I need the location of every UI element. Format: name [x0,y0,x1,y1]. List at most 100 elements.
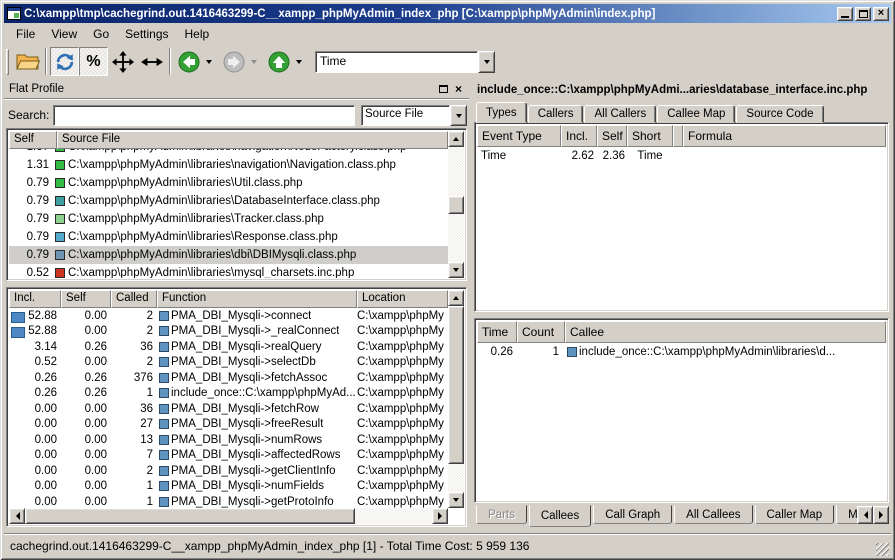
resize-grip-icon[interactable] [876,543,889,556]
source-file-row[interactable]: 0.52 C:\xampp\phpMyAdmin\libraries\mysql… [9,264,448,278]
source-file-row[interactable]: 1.31 C:\xampp\phpMyAdmin\libraries\navig… [9,156,448,174]
event-type-selector[interactable]: Time [315,51,495,73]
scroll-down-button[interactable] [448,492,464,508]
column-header-self[interactable]: Self [61,290,111,308]
source-file-row[interactable]: 0.79 C:\xampp\phpMyAdmin\libraries\Respo… [9,228,448,246]
source-file-row[interactable]: 0.79 C:\xampp\phpMyAdmin\libraries\Util.… [9,174,448,192]
combo-dropdown-button[interactable] [478,51,495,73]
column-header-location[interactable]: Location [357,290,448,308]
up-arrow-icon [268,51,290,73]
scroll-thumb[interactable] [448,306,464,464]
function-table-vscrollbar[interactable] [448,290,464,508]
detail-tab[interactable]: Parts [476,505,527,524]
relative-to-parent-button[interactable] [137,47,166,76]
search-input[interactable] [53,105,355,126]
column-header-incl[interactable]: Incl. [561,125,597,147]
function-row[interactable]: 3.14 0.26 36 PMA_DBI_Mysqli->realQuery C… [9,339,448,355]
detail-tab[interactable]: All Callees [674,505,752,524]
percentage-button[interactable]: % [79,47,108,76]
source-file-row[interactable]: 0.79 C:\xampp\phpMyAdmin\libraries\dbi\D… [9,246,448,264]
detail-tab[interactable]: Callee Map [657,105,735,123]
back-button[interactable] [174,47,203,76]
function-row[interactable]: 0.00 0.00 7 PMA_DBI_Mysqli->affectedRows… [9,448,448,464]
dock-title-bar[interactable]: Flat Profile × [4,80,469,97]
up-dropdown-button[interactable] [293,47,305,76]
scroll-up-button[interactable] [448,290,464,306]
close-button[interactable]: × [873,7,889,21]
column-header-self[interactable]: Self [9,131,57,149]
column-header-time[interactable]: Time [477,321,517,343]
minimize-button[interactable] [837,7,853,21]
event-type-row[interactable]: Time 2.62 2.36 Time [477,147,886,164]
source-file-row[interactable]: 1.37 C:\xampp\phpMyAdmin\libraries\navig… [9,149,448,156]
function-row[interactable]: 0.00 0.00 36 PMA_DBI_Mysqli->fetchRow C:… [9,401,448,417]
column-header-event-type[interactable]: Event Type [477,125,561,147]
scroll-track[interactable] [448,147,464,196]
cycle-relative-button[interactable] [50,47,79,76]
scroll-down-button[interactable] [448,262,464,278]
callee-row[interactable]: 0.26 1 include_once::C:\xampp\phpMyAdmin… [477,343,886,360]
menu-item[interactable]: View [43,25,85,43]
column-header-source-file[interactable]: Source File [57,131,448,149]
function-row[interactable]: 0.00 0.00 1 PMA_DBI_Mysqli->getProtoInfo… [9,494,448,508]
function-row[interactable]: 0.26 0.26 376 PMA_DBI_Mysqli->fetchAssoc… [9,370,448,386]
function-row[interactable]: 0.00 0.00 2 PMA_DBI_Mysqli->getClientInf… [9,463,448,479]
source-table-vscrollbar[interactable] [448,131,464,278]
function-row[interactable]: 52.88 0.00 2 PMA_DBI_Mysqli->_realConnec… [9,324,448,340]
title-bar[interactable]: C:\xampp\tmp\cachegrind.out.1416463299-C… [4,4,891,23]
detail-tab[interactable]: Source Code [736,105,823,123]
scroll-right-button[interactable] [432,508,448,524]
function-row[interactable]: 52.88 0.00 2 PMA_DBI_Mysqli->connect C:\… [9,308,448,324]
tab-scroll-right-button[interactable] [873,506,889,524]
detail-tab[interactable]: All Callers [584,105,656,123]
source-file-row[interactable]: 0.79 C:\xampp\phpMyAdmin\libraries\Track… [9,210,448,228]
function-icon [159,466,169,476]
back-dropdown-button[interactable] [203,47,215,76]
column-header-function[interactable]: Function [157,290,357,308]
maximize-button[interactable] [855,7,871,21]
menu-item[interactable]: Settings [117,25,176,43]
menu-item[interactable]: File [8,25,43,43]
scroll-up-button[interactable] [448,131,464,147]
scroll-thumb[interactable] [25,508,355,524]
detail-tab[interactable]: Callees [529,505,591,527]
tab-scroll-left-button[interactable] [857,506,873,524]
toolbar-handle[interactable] [6,49,9,75]
function-row[interactable]: 0.52 0.00 2 PMA_DBI_Mysqli->selectDb C:\… [9,355,448,371]
detail-tab[interactable]: Callers [528,105,584,123]
column-header-incl[interactable]: Incl. [9,290,61,308]
incl-value: 52.88 [28,310,57,322]
dock-close-button[interactable]: × [451,82,466,96]
function-row[interactable]: 0.00 0.00 13 PMA_DBI_Mysqli->numRows C:\… [9,432,448,448]
scroll-track[interactable] [448,464,464,492]
expand-areas-button[interactable] [108,47,137,76]
function-row[interactable]: 0.00 0.00 27 PMA_DBI_Mysqli->freeResult … [9,417,448,433]
column-header-short[interactable]: Short [627,125,673,147]
column-header-callee[interactable]: Callee [565,321,886,343]
combo-dropdown-button[interactable] [450,105,467,126]
source-file-row[interactable]: 0.79 C:\xampp\phpMyAdmin\libraries\Datab… [9,192,448,210]
scroll-track[interactable] [355,508,432,524]
up-button[interactable] [264,47,293,76]
group-by-selector[interactable]: Source File [361,105,467,126]
menu-item[interactable]: Help [177,25,218,43]
forward-button[interactable] [219,47,248,76]
menu-item[interactable]: Go [85,25,117,43]
function-row[interactable]: 0.00 0.00 1 PMA_DBI_Mysqli->numFields C:… [9,479,448,495]
function-table-hscrollbar[interactable] [9,508,448,524]
scroll-track[interactable] [448,214,464,263]
function-row[interactable]: 0.26 0.26 1 include_once::C:\xampp\phpMy… [9,386,448,402]
open-file-button[interactable] [13,47,42,76]
column-header-count[interactable]: Count [517,321,565,343]
forward-dropdown-button[interactable] [248,47,260,76]
detail-tab[interactable]: Types [476,102,527,123]
detail-tab[interactable]: Caller Map [755,505,835,524]
column-header-formula[interactable]: Formula [683,125,886,147]
detail-tab[interactable]: Call Graph [593,505,672,524]
scroll-left-button[interactable] [9,508,25,524]
scroll-thumb[interactable] [448,196,464,214]
column-header-called[interactable]: Called [111,290,157,308]
column-header-self[interactable]: Self [597,125,627,147]
column-header-spacer[interactable] [673,125,683,147]
dock-float-button[interactable] [436,82,451,96]
